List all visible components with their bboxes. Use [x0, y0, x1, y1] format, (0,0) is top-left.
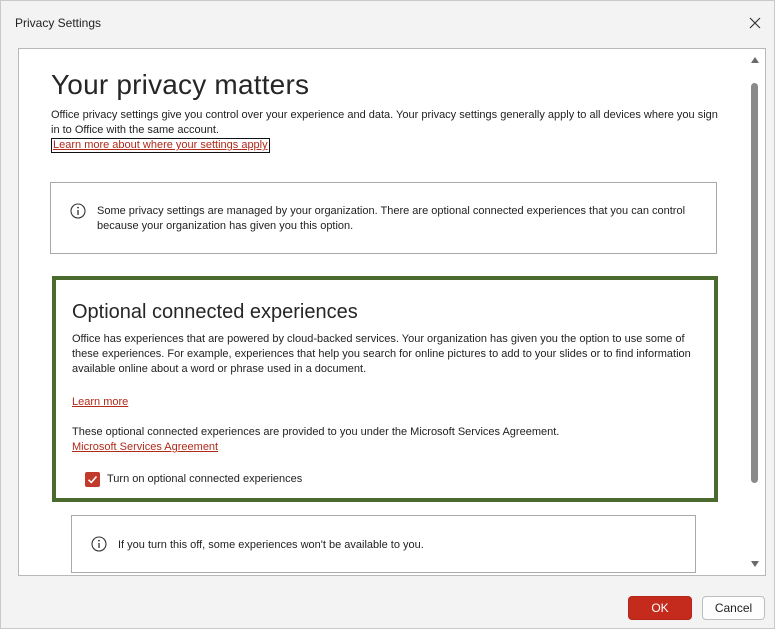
checkbox-label: Turn on optional connected experiences [107, 473, 303, 485]
learn-more-link[interactable]: Learn more [72, 396, 128, 408]
info-icon [70, 203, 86, 219]
settings-panel: Your privacy matters Office privacy sett… [18, 48, 766, 576]
privacy-settings-dialog: Privacy Settings Your privacy matters Of… [0, 0, 775, 629]
scroll-content: Your privacy matters Office privacy sett… [19, 49, 744, 575]
optional-heading: Optional connected experiences [72, 301, 358, 323]
off-notice-box: If you turn this off, some experiences w… [71, 515, 696, 573]
agreement-text: These optional connected experiences are… [72, 426, 560, 438]
triangle-down-icon [751, 561, 759, 567]
vertical-scrollbar[interactable] [745, 49, 765, 575]
close-button[interactable] [742, 11, 768, 35]
ok-button[interactable]: OK [628, 596, 692, 620]
services-agreement-link[interactable]: Microsoft Services Agreement [72, 441, 218, 453]
scroll-up-button[interactable] [749, 54, 761, 66]
learn-settings-link[interactable]: Learn more about where your settings app… [51, 138, 270, 153]
optional-experiences-section: Optional connected experiences Office ha… [52, 276, 718, 502]
triangle-up-icon [751, 57, 759, 63]
intro-text: Office privacy settings give you control… [51, 109, 718, 136]
checkmark-icon [87, 475, 98, 484]
org-notice-box: Some privacy settings are managed by you… [50, 182, 717, 254]
window-title: Privacy Settings [15, 16, 102, 30]
title-bar: Privacy Settings [1, 1, 774, 41]
scrollbar-thumb[interactable] [751, 83, 758, 483]
scroll-down-button[interactable] [749, 558, 761, 570]
info-icon [91, 536, 107, 552]
cancel-button[interactable]: Cancel [702, 596, 765, 620]
optional-experiences-checkbox[interactable] [85, 472, 100, 487]
page-title: Your privacy matters [51, 69, 310, 100]
off-notice-text: If you turn this off, some experiences w… [118, 539, 424, 551]
close-icon [749, 17, 761, 29]
org-notice-text: Some privacy settings are managed by you… [97, 205, 686, 232]
optional-description: Office has experiences that are powered … [72, 333, 691, 375]
